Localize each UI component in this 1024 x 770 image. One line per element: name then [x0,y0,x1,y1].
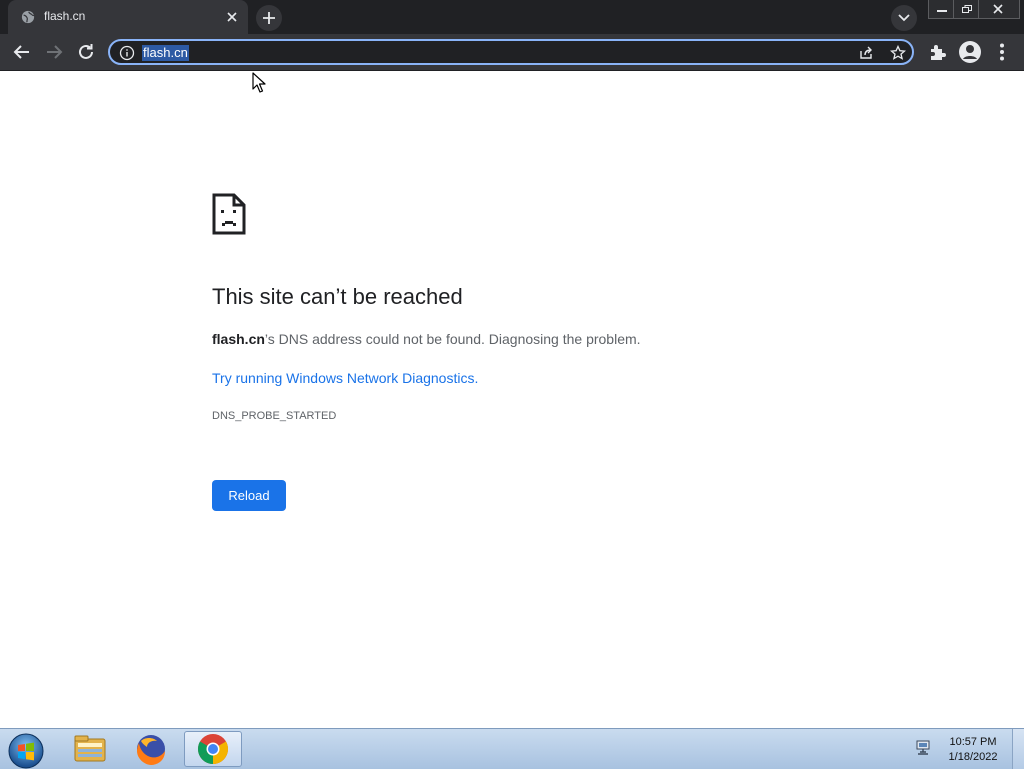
globe-icon [21,10,35,24]
error-message: flash.cn’s DNS address could not be foun… [212,331,641,347]
network-diagnostics-link[interactable]: Try running Windows Network Diagnostics. [212,370,478,386]
close-icon [993,4,1003,14]
taskbar: 10:57 PM 1/18/2022 [0,728,1024,769]
minimize-button[interactable] [928,0,956,19]
error-code: DNS_PROBE_STARTED [212,410,337,422]
tab-strip: flash.cn [0,0,1024,34]
taskbar-clock[interactable]: 10:57 PM 1/18/2022 [940,735,1006,765]
restore-icon [962,5,972,13]
restore-button[interactable] [953,0,981,19]
sad-page-icon [212,193,246,235]
address-bar-url[interactable]: flash.cn [142,45,189,61]
back-arrow-icon[interactable] [10,40,34,64]
start-button[interactable] [6,731,46,769]
tab-search-button[interactable] [891,5,917,31]
tab-flash-cn[interactable]: flash.cn [8,0,248,34]
extensions-puzzle-icon[interactable] [926,40,950,64]
address-bar[interactable]: flash.cn [108,39,914,65]
clock-date: 1/18/2022 [948,751,998,763]
reload-button[interactable]: Reload [212,480,286,511]
forward-arrow-icon[interactable] [42,40,66,64]
new-tab-button[interactable] [256,5,282,31]
menu-kebab-icon[interactable] [990,40,1014,64]
profile-avatar-icon[interactable] [958,40,982,64]
network-tray-icon[interactable] [914,739,932,757]
share-icon[interactable] [858,45,874,61]
firefox-icon[interactable] [123,731,179,767]
clock-time: 10:57 PM [949,736,997,748]
close-tab-icon[interactable] [224,9,240,25]
bookmark-star-icon[interactable] [890,45,906,61]
mouse-cursor-icon [252,72,266,93]
show-desktop-button[interactable] [1012,729,1024,769]
plus-icon [263,12,275,24]
error-domain: flash.cn [212,331,265,347]
info-icon[interactable] [119,45,135,61]
tab-title: flash.cn [44,9,86,23]
error-title: This site can’t be reached [212,284,463,309]
reload-icon[interactable] [74,40,98,64]
chrome-icon [197,734,229,764]
chevron-down-icon [898,14,910,22]
close-window-button[interactable] [978,0,1020,19]
minimize-icon [937,10,947,12]
chrome-taskbar-button[interactable] [184,731,242,767]
windows-explorer-icon[interactable] [62,731,118,767]
error-message-text: ’s DNS address could not be found. Diagn… [264,331,641,347]
